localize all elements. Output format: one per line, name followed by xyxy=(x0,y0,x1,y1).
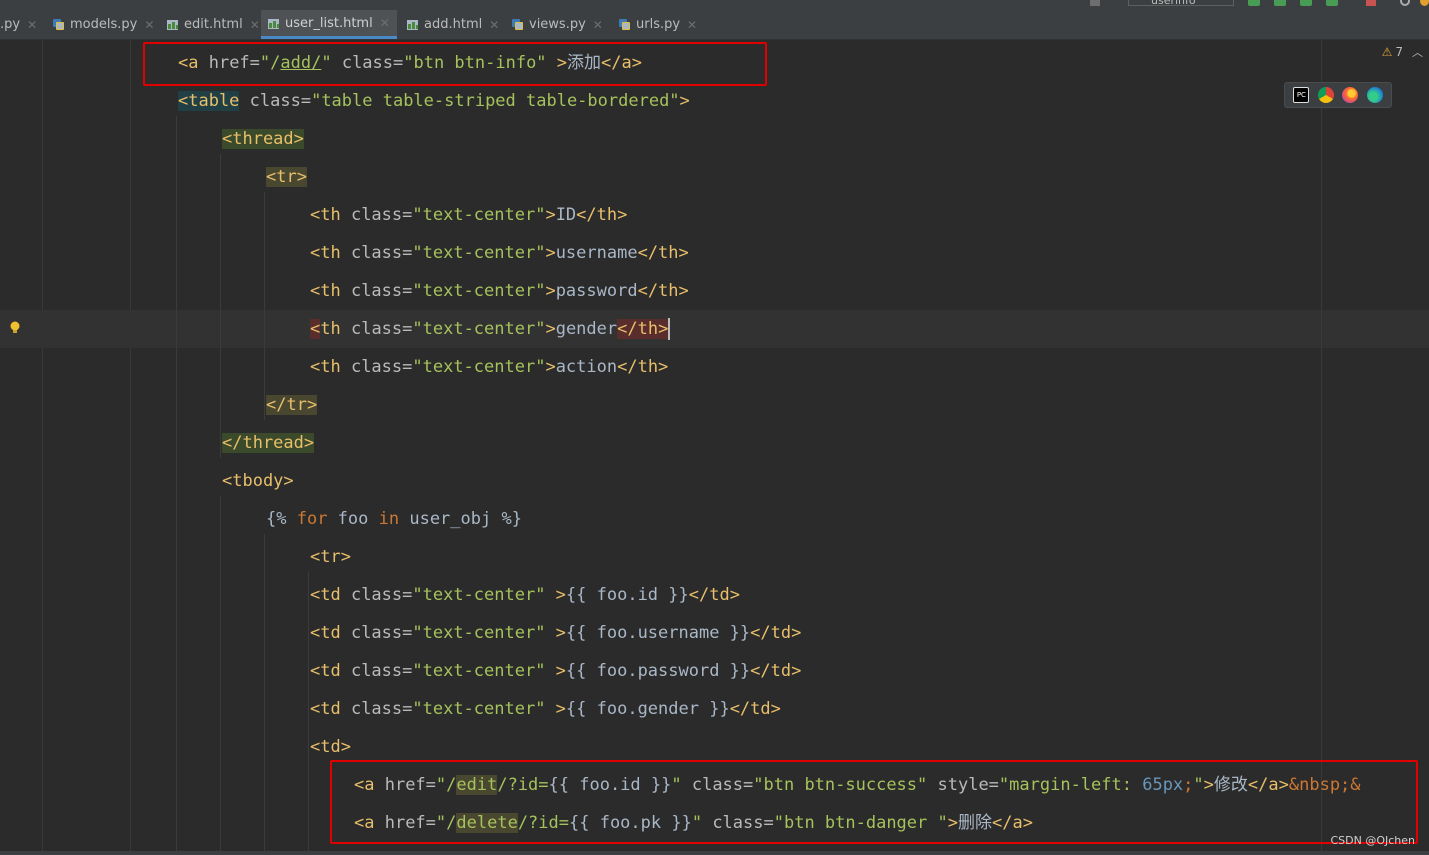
code-line-7[interactable]: <th class="text-center">password</th> xyxy=(310,272,689,310)
tab-user-list-html[interactable]: user_list.html ✕ xyxy=(261,10,397,39)
browser-preview-bar: PC xyxy=(1284,82,1392,108)
chevron-up-icon[interactable]: ︿ xyxy=(1412,44,1423,60)
indent-guide xyxy=(220,154,221,458)
lightbulb-icon[interactable] xyxy=(8,320,22,336)
close-icon[interactable]: ✕ xyxy=(27,18,37,32)
code-line-6[interactable]: <th class="text-center">username</th> xyxy=(310,234,689,272)
code-editor[interactable]: ⚠ 7 ︿ PC <a href="/add/" class="btn btn-… xyxy=(0,40,1429,851)
python-file-icon xyxy=(511,18,524,31)
code-line-10[interactable]: </tr> xyxy=(266,386,318,424)
toolbar-button[interactable] xyxy=(1090,0,1100,6)
close-icon[interactable]: ✕ xyxy=(687,18,697,32)
tab-label: views.py xyxy=(529,17,586,32)
code-line-13[interactable]: {% for foo in user_obj %} xyxy=(266,500,522,538)
gutter-divider xyxy=(42,40,43,851)
run-config-selector[interactable]: userinfo xyxy=(1128,0,1234,6)
code-line-11[interactable]: </thread> xyxy=(222,424,315,462)
run-config-label: userinfo xyxy=(1151,0,1196,7)
tab-add-html[interactable]: add.html ✕ xyxy=(400,10,505,39)
tab-views-py[interactable]: views.py ✕ xyxy=(505,10,609,39)
python-file-icon xyxy=(52,18,65,31)
html-file-icon xyxy=(406,18,419,31)
debug-icon[interactable] xyxy=(1274,0,1286,6)
python-file-icon xyxy=(618,18,631,31)
code-line-2[interactable]: <table class="table table-striped table-… xyxy=(178,82,690,120)
chrome-icon[interactable] xyxy=(1317,87,1334,103)
code-line-4[interactable]: <tr> xyxy=(266,158,307,196)
search-icon[interactable] xyxy=(1400,0,1410,6)
indent-guide xyxy=(176,116,177,851)
indent-guide xyxy=(264,534,265,851)
code-line-5[interactable]: <th class="text-center">ID</th> xyxy=(310,196,627,234)
indent-guide xyxy=(308,572,309,851)
tab-py[interactable]: .py ✕ xyxy=(0,10,43,39)
tab-label: urls.py xyxy=(636,17,681,32)
right-margin-guide xyxy=(1321,40,1322,851)
tab-label: user_list.html xyxy=(285,15,373,31)
close-icon[interactable]: ✕ xyxy=(380,16,390,30)
warning-icon: ⚠ xyxy=(1381,45,1393,59)
tab-urls-py[interactable]: urls.py ✕ xyxy=(612,10,703,39)
profile-icon[interactable] xyxy=(1326,0,1338,6)
close-icon[interactable]: ✕ xyxy=(489,18,499,32)
horizontal-scrollbar[interactable] xyxy=(0,851,1429,855)
run-icon[interactable] xyxy=(1248,0,1260,6)
indent-guide xyxy=(264,192,265,420)
tab-label: .py xyxy=(0,17,21,32)
tab-label: models.py xyxy=(70,17,138,32)
code-line-16[interactable]: <td class="text-center" >{{ foo.username… xyxy=(310,614,801,652)
stop-icon[interactable] xyxy=(1366,0,1376,6)
tab-edit-html[interactable]: edit.html ✕ xyxy=(160,10,266,39)
pycharm-icon[interactable]: PC xyxy=(1293,87,1310,103)
editor-tab-bar: .py ✕ models.py ✕ edit.html ✕ user_list.htm… xyxy=(0,10,1429,40)
tab-label: edit.html xyxy=(184,17,243,32)
close-icon[interactable]: ✕ xyxy=(144,18,154,32)
watermark: CSDN @OJchen xyxy=(1330,834,1415,847)
code-line-15[interactable]: <td class="text-center" >{{ foo.id }}</t… xyxy=(310,576,740,614)
top-toolbar: userinfo xyxy=(0,0,1429,10)
code-line-12[interactable]: <tbody> xyxy=(222,462,294,500)
code-line-3[interactable]: <thread> xyxy=(222,120,304,158)
close-icon[interactable]: ✕ xyxy=(593,18,603,32)
edge-icon[interactable] xyxy=(1366,87,1383,103)
gutter-divider xyxy=(130,40,131,851)
warning-count: 7 xyxy=(1395,45,1403,59)
inspection-widget[interactable]: ⚠ 7 ︿ xyxy=(1382,44,1423,60)
update-icon[interactable] xyxy=(1420,0,1429,6)
code-line-9[interactable]: <th class="text-center">action</th> xyxy=(310,348,668,386)
firefox-icon[interactable] xyxy=(1342,87,1359,103)
code-line-18[interactable]: <td class="text-center" >{{ foo.gender }… xyxy=(310,690,781,728)
text-caret xyxy=(668,318,671,340)
html-file-icon xyxy=(166,18,179,31)
code-line-17[interactable]: <td class="text-center" >{{ foo.password… xyxy=(310,652,801,690)
tab-models-py[interactable]: models.py ✕ xyxy=(46,10,160,39)
current-line-highlight xyxy=(0,310,1429,348)
tab-label: add.html xyxy=(424,17,483,32)
annotation-box-action-links xyxy=(330,760,1418,844)
html-file-icon xyxy=(267,17,280,30)
code-line-8[interactable]: <th class="text-center">gender</th> xyxy=(310,310,671,348)
indent-guide xyxy=(220,496,221,851)
close-icon[interactable]: ✕ xyxy=(250,18,260,32)
code-line-14[interactable]: <tr> xyxy=(310,538,351,576)
annotation-box-add-link xyxy=(143,42,767,86)
coverage-icon[interactable] xyxy=(1300,0,1312,6)
